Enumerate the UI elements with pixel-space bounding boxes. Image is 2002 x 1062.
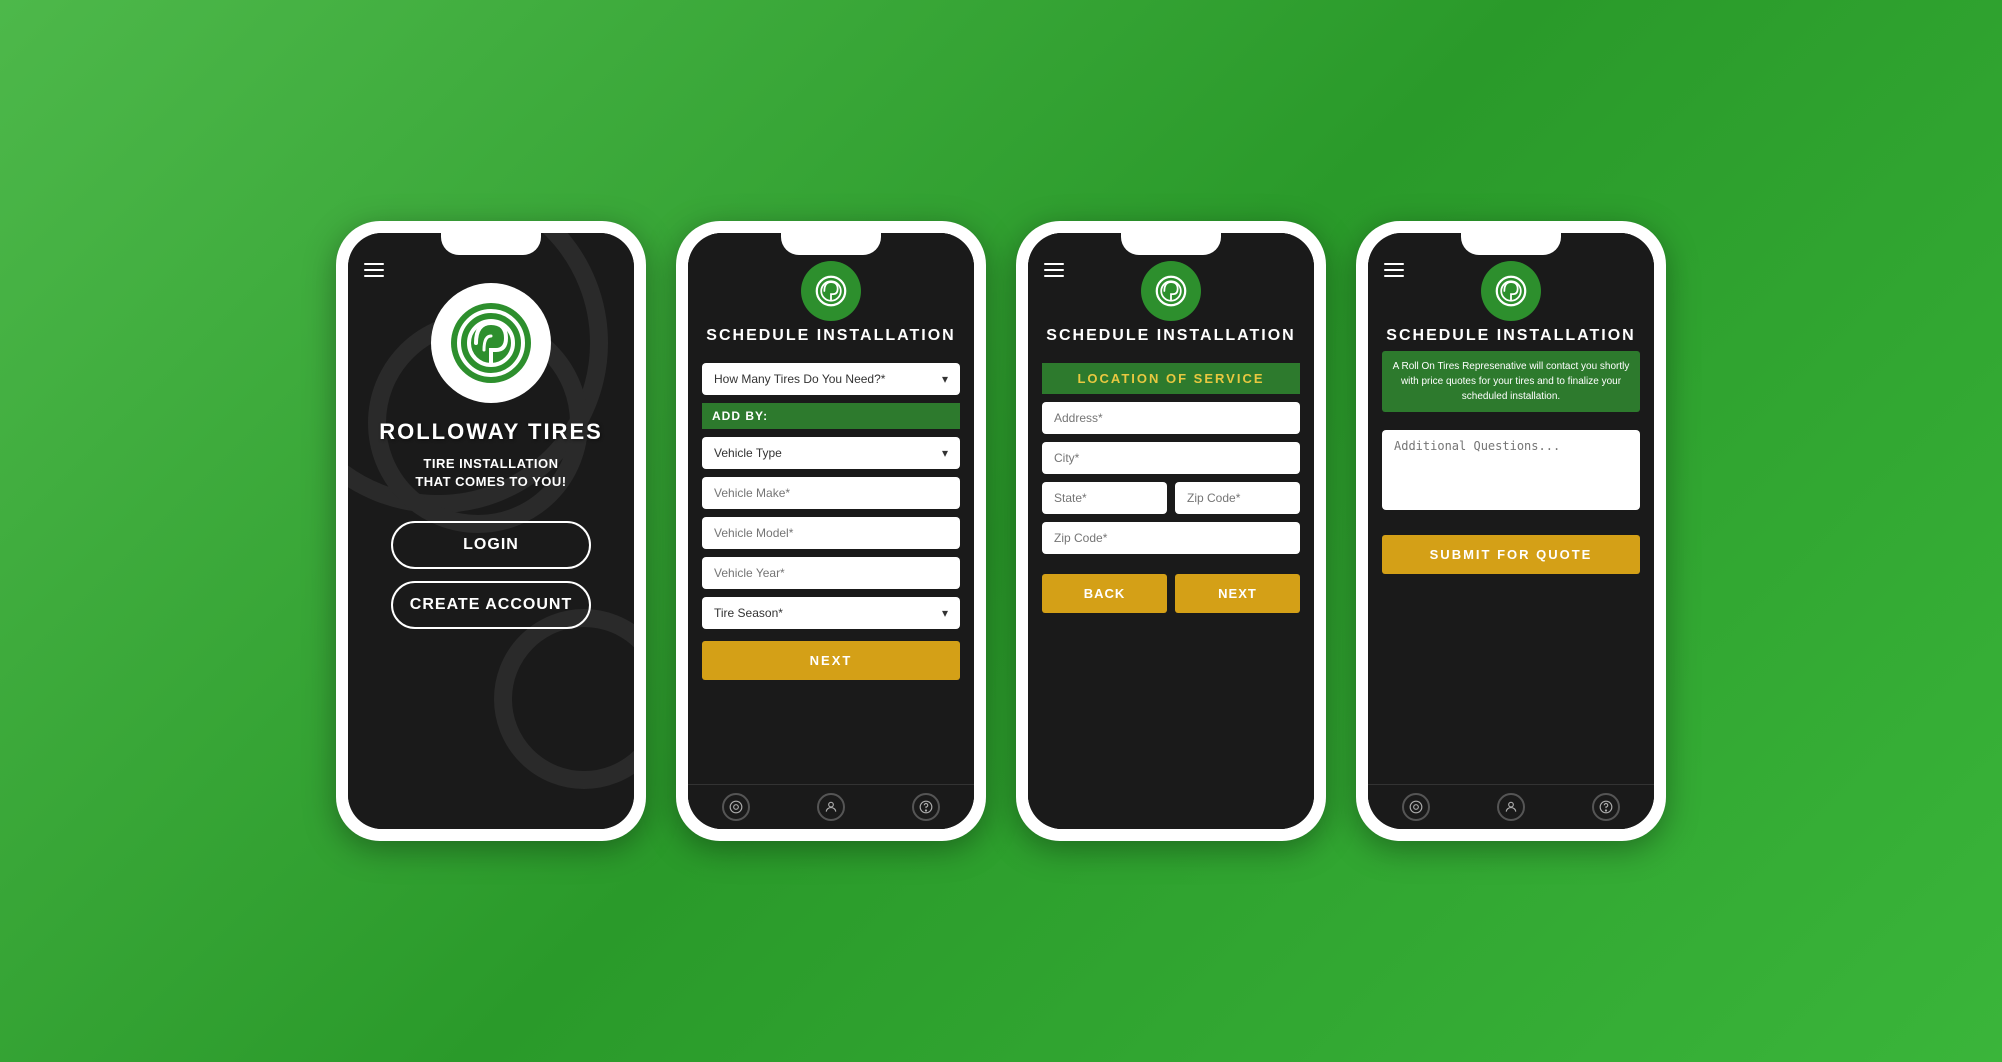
screen3-header: SCHEDULE INSTALLATION (1028, 233, 1314, 355)
screen4-header: SCHEDULE INSTALLATION A Roll On Tires Re… (1368, 233, 1654, 418)
logo-small-4 (1481, 261, 1541, 321)
schedule-form: How Many Tires Do You Need?* ▾ ADD BY: V… (688, 355, 974, 784)
user-nav-icon[interactable] (817, 793, 845, 821)
tire-nav-icon-4[interactable] (1402, 793, 1430, 821)
brand-logo-sm (811, 271, 851, 311)
brand-logo (446, 298, 536, 388)
city-input[interactable] (1042, 442, 1300, 474)
chevron-down-icon: ▾ (942, 372, 948, 386)
hamburger-menu-4[interactable] (1384, 263, 1404, 277)
brand-name: ROLLOWAY TIRES (379, 419, 603, 445)
schedule-screen-3: SCHEDULE INSTALLATION A Roll On Tires Re… (1368, 233, 1654, 829)
zip-input-1[interactable] (1175, 482, 1300, 514)
quote-form: SUBMIT FOR QUOTE (1368, 418, 1654, 784)
tire-season-dropdown[interactable]: Tire Season* ▾ (702, 597, 960, 629)
logo-circle (431, 283, 551, 403)
create-account-button[interactable]: CREATE ACCOUNT (391, 581, 591, 629)
phone-schedule3: SCHEDULE INSTALLATION A Roll On Tires Re… (1356, 221, 1666, 841)
back-next-row: BACK NEXT (1042, 574, 1300, 613)
hamburger-menu-3[interactable] (1044, 263, 1064, 277)
screen2-header: SCHEDULE INSTALLATION (688, 233, 974, 355)
schedule-title-4: SCHEDULE INSTALLATION (1386, 327, 1635, 345)
info-box: A Roll On Tires Represenative will conta… (1382, 351, 1640, 412)
tires-dropdown[interactable]: How Many Tires Do You Need?* ▾ (702, 363, 960, 395)
add-by-label: ADD BY: (702, 403, 960, 429)
phone-schedule2: SCHEDULE INSTALLATION LOCATION OF SERVIC… (1016, 221, 1326, 841)
brand-logo-sm-4 (1491, 271, 1531, 311)
tagline: TIRE INSTALLATIONTHAT COMES TO YOU! (415, 455, 566, 491)
user-nav-icon-4[interactable] (1497, 793, 1525, 821)
submit-quote-button[interactable]: SUBMIT FOR QUOTE (1382, 535, 1640, 574)
schedule-title: SCHEDULE INSTALLATION (706, 327, 955, 345)
location-header: LOCATION OF SERVICE (1042, 363, 1300, 394)
chevron-down-icon-2: ▾ (942, 446, 948, 460)
vehicle-type-dropdown[interactable]: Vehicle Type ▾ (702, 437, 960, 469)
schedule-screen-2: SCHEDULE INSTALLATION LOCATION OF SERVIC… (1028, 233, 1314, 829)
help-nav-icon-4[interactable] (1592, 793, 1620, 821)
address-input[interactable] (1042, 402, 1300, 434)
next-button-3[interactable]: NEXT (1175, 574, 1300, 613)
schedule-title-3: SCHEDULE INSTALLATION (1046, 327, 1295, 345)
logo-small-3 (1141, 261, 1201, 321)
additional-questions-input[interactable] (1382, 430, 1640, 510)
next-button[interactable]: NEXT (702, 641, 960, 680)
phone-login: ROLLOWAY TIRES TIRE INSTALLATIONTHAT COM… (336, 221, 646, 841)
vehicle-model-input[interactable] (702, 517, 960, 549)
chevron-down-icon-3: ▾ (942, 606, 948, 620)
tire-nav-icon[interactable] (722, 793, 750, 821)
bottom-nav-4 (1368, 784, 1654, 829)
state-input[interactable] (1042, 482, 1167, 514)
state-zip-row (1042, 482, 1300, 514)
zip-input-2[interactable] (1042, 522, 1300, 554)
back-button[interactable]: BACK (1042, 574, 1167, 613)
logo-small (801, 261, 861, 321)
vehicle-year-input[interactable] (702, 557, 960, 589)
location-form: LOCATION OF SERVICE BACK NEXT (1028, 355, 1314, 829)
hamburger-menu[interactable] (364, 263, 384, 277)
phone-schedule1: SCHEDULE INSTALLATION How Many Tires Do … (676, 221, 986, 841)
bottom-nav (688, 784, 974, 829)
vehicle-make-input[interactable] (702, 477, 960, 509)
brand-logo-sm-3 (1151, 271, 1191, 311)
login-screen: ROLLOWAY TIRES TIRE INSTALLATIONTHAT COM… (348, 233, 634, 829)
schedule-screen-1: SCHEDULE INSTALLATION How Many Tires Do … (688, 233, 974, 829)
help-nav-icon[interactable] (912, 793, 940, 821)
login-button[interactable]: LOGIN (391, 521, 591, 569)
